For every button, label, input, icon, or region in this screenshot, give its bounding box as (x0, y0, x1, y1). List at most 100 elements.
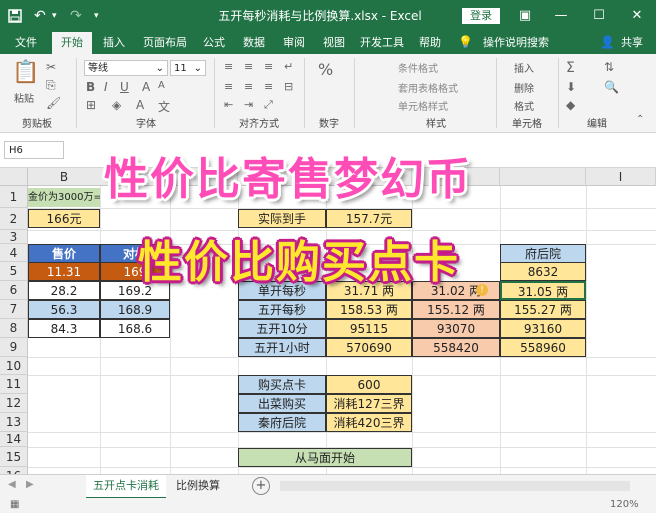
cell-qinfu-value[interactable]: 消耗420三界 (326, 413, 412, 432)
cell-styles-button[interactable]: 单元格样式 (398, 98, 448, 113)
autosum-icon[interactable]: Σ (566, 60, 575, 76)
tab-insert[interactable]: 插入 (96, 32, 132, 54)
indent-increase-icon[interactable]: ⇥ (244, 98, 253, 111)
cell-row9-v3[interactable]: 558960 (500, 338, 586, 357)
paste-button[interactable]: 粘贴 (14, 90, 34, 105)
column-header-b-label[interactable]: B (28, 168, 100, 186)
sort-filter-icon[interactable]: ⇅ (604, 60, 614, 74)
cell-row9-v1[interactable]: 570690 (326, 338, 412, 357)
cell-price-header[interactable]: 售价 (28, 244, 100, 263)
align-middle-icon[interactable]: ≡ (244, 60, 253, 73)
cut-icon[interactable]: ✂ (46, 60, 56, 74)
align-right-icon[interactable]: ≡ (264, 80, 273, 93)
font-size-select[interactable]: 11 ⌄ (170, 60, 206, 76)
cell-row9-label[interactable]: 五开1小时 (238, 338, 326, 357)
cell-buy-card[interactable]: 购买点卡 (238, 375, 326, 394)
cell-row8-v1[interactable]: 95115 (326, 319, 412, 338)
row-header[interactable]: 7 (0, 300, 28, 319)
fill-color-icon[interactable]: ◈ (112, 98, 121, 112)
undo-icon[interactable]: ↶ (34, 0, 46, 32)
cell-row8-v2[interactable]: 93070 (412, 319, 500, 338)
clear-icon[interactable]: ◆ (566, 98, 575, 112)
font-color-icon[interactable]: A (136, 98, 144, 112)
cell-price-row8[interactable]: 84.3 (28, 319, 100, 338)
cell-row7-v2[interactable]: 155.12 两 (412, 300, 500, 319)
tab-developer[interactable]: 开发工具 (356, 32, 408, 54)
align-center-icon[interactable]: ≡ (244, 80, 253, 93)
copy-icon[interactable]: ⎘ (46, 78, 56, 93)
wrap-text-icon[interactable]: ↵ (284, 60, 293, 73)
cell-chucai[interactable]: 出菜购买 (238, 394, 326, 413)
font-shrink-icon[interactable]: A (158, 80, 165, 91)
name-box[interactable]: H6 (4, 141, 64, 159)
number-format-icon[interactable]: % (318, 60, 333, 79)
cell-qinfu-header[interactable]: 府后院 (500, 244, 586, 263)
customize-quick-access[interactable]: ▾ (94, 0, 99, 32)
format-painter-icon[interactable]: 🖌 (46, 96, 61, 110)
row-header[interactable]: 2 (0, 208, 28, 230)
indent-decrease-icon[interactable]: ⇤ (224, 98, 233, 111)
column-header-h[interactable] (500, 168, 586, 186)
row-header[interactable]: 14 (0, 432, 28, 447)
minimize-button[interactable]: — (546, 0, 576, 32)
row-header[interactable]: 3 (0, 230, 28, 244)
tab-formulas[interactable]: 公式 (196, 32, 232, 54)
close-button[interactable]: ✕ (622, 0, 652, 32)
ribbon-display-options-icon[interactable]: ▣ (510, 0, 540, 32)
borders-icon[interactable]: ⊞ (86, 98, 96, 112)
tab-view[interactable]: 视图 (316, 32, 352, 54)
row-header[interactable]: 6 (0, 281, 28, 300)
cell-chucai-value[interactable]: 消耗127三界 (326, 394, 412, 413)
tab-help[interactable]: 帮助 (412, 32, 448, 54)
cell-start[interactable]: 从马面开始 (238, 448, 412, 467)
format-cells-button[interactable]: 格式 (514, 98, 534, 113)
row-header[interactable]: 11 (0, 375, 28, 394)
cell-row6-v3-selected[interactable]: 31.05 两 (500, 281, 586, 300)
row-header[interactable]: 8 (0, 319, 28, 338)
sheet-tab-active[interactable]: 五开点卡消耗 (86, 475, 166, 499)
add-sheet-icon[interactable]: + (252, 477, 270, 495)
phonetic-icon[interactable]: 文 (158, 98, 170, 115)
align-bottom-icon[interactable]: ≡ (264, 60, 273, 73)
cell-row9-v2[interactable]: 558420 (412, 338, 500, 357)
orientation-icon[interactable]: ⤢ (264, 98, 273, 112)
align-top-icon[interactable]: ≡ (224, 60, 233, 73)
cell-row7-v3[interactable]: 155.27 两 (500, 300, 586, 319)
collapse-ribbon-icon[interactable]: ⌃ (636, 114, 644, 125)
row-header[interactable]: 5 (0, 262, 28, 281)
font-name-select[interactable]: 等线 ⌄ (84, 60, 168, 76)
tab-home[interactable]: 开始 (52, 32, 92, 54)
align-left-icon[interactable]: ≡ (224, 80, 233, 93)
cell-price-row7[interactable]: 56.3 (28, 300, 100, 319)
save-icon[interactable] (8, 0, 22, 32)
fill-icon[interactable]: ⬇ (566, 80, 576, 94)
cell-buy-card-value[interactable]: 600 (326, 375, 412, 394)
cell-price-row5[interactable]: 11.31 (28, 262, 100, 281)
merge-center-icon[interactable]: ⊟ (284, 80, 293, 93)
tab-review[interactable]: 审阅 (276, 32, 312, 54)
bold-icon[interactable]: B (86, 80, 95, 94)
insert-cells-button[interactable]: 插入 (514, 60, 534, 75)
row-header[interactable]: 16 (0, 467, 28, 474)
cell-row8-v3[interactable]: 93160 (500, 319, 586, 338)
cell-b2[interactable]: 166元 (28, 209, 100, 228)
font-grow-icon[interactable]: A (142, 80, 150, 94)
cell-ratio-row7[interactable]: 168.9 (100, 300, 170, 319)
share-button[interactable]: 共享 (614, 32, 650, 54)
format-as-table-button[interactable]: 套用表格格式 (398, 80, 458, 95)
horizontal-scrollbar[interactable] (280, 481, 630, 491)
scroll-right-icon[interactable]: ▶ (26, 479, 34, 490)
cell-ratio-row8[interactable]: 168.6 (100, 319, 170, 338)
login-button[interactable]: 登录 (462, 8, 500, 24)
find-select-icon[interactable]: 🔍 (604, 80, 619, 94)
cell-row7-v1[interactable]: 158.53 两 (326, 300, 412, 319)
conditional-format-button[interactable]: 条件格式 (398, 60, 438, 75)
row-header[interactable]: 4 (0, 244, 28, 262)
row-header[interactable]: 9 (0, 338, 28, 357)
row-header[interactable]: 10 (0, 357, 28, 375)
redo-icon[interactable]: ↷ (70, 0, 82, 32)
select-all-corner[interactable] (0, 168, 28, 186)
tab-page-layout[interactable]: 页面布局 (136, 32, 194, 54)
sheet-tab[interactable]: 比例换算 (170, 475, 226, 497)
cell-qinfu-row5[interactable]: 8632 (500, 262, 586, 281)
